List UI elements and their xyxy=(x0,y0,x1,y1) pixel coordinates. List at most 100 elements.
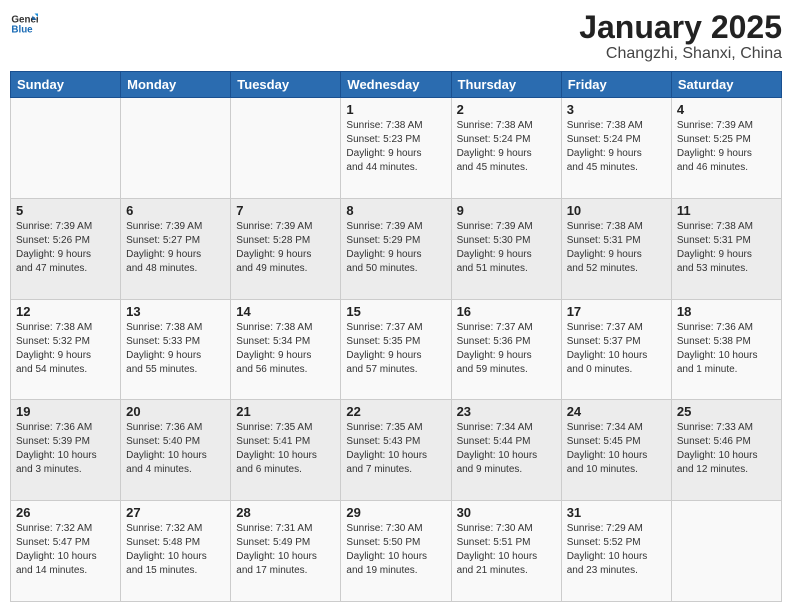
day-info: Sunrise: 7:38 AM Sunset: 5:24 PM Dayligh… xyxy=(457,119,556,175)
header-thursday: Thursday xyxy=(451,72,561,98)
day-number: 13 xyxy=(126,304,225,319)
day-info: Sunrise: 7:38 AM Sunset: 5:24 PM Dayligh… xyxy=(567,119,666,175)
calendar-cell: 13 Sunrise: 7:38 AM Sunset: 5:33 PM Dayli… xyxy=(121,299,231,400)
calendar-title: January 2025 xyxy=(579,10,782,45)
day-info: Sunrise: 7:39 AM Sunset: 5:30 PM Dayligh… xyxy=(457,220,556,276)
title-block: January 2025 Changzhi, Shanxi, China xyxy=(579,10,782,63)
day-number: 25 xyxy=(677,404,776,419)
day-info: Sunrise: 7:38 AM Sunset: 5:32 PM Dayligh… xyxy=(16,321,115,377)
day-number: 19 xyxy=(16,404,115,419)
day-info: Sunrise: 7:36 AM Sunset: 5:39 PM Dayligh… xyxy=(16,421,115,477)
calendar-week-row: 26 Sunrise: 7:32 AM Sunset: 5:47 PM Dayli… xyxy=(11,501,782,602)
day-info: Sunrise: 7:37 AM Sunset: 5:36 PM Dayligh… xyxy=(457,321,556,377)
day-info: Sunrise: 7:39 AM Sunset: 5:26 PM Dayligh… xyxy=(16,220,115,276)
day-info: Sunrise: 7:39 AM Sunset: 5:27 PM Dayligh… xyxy=(126,220,225,276)
calendar-cell: 20 Sunrise: 7:36 AM Sunset: 5:40 PM Dayli… xyxy=(121,400,231,501)
calendar-cell xyxy=(11,98,121,199)
calendar-cell: 6Sunrise: 7:39 AM Sunset: 5:27 PM Daylig… xyxy=(121,198,231,299)
calendar-cell: 4 Sunrise: 7:39 AM Sunset: 5:25 PM Daylig… xyxy=(671,98,781,199)
calendar-cell: 28Sunrise: 7:31 AM Sunset: 5:49 PM Dayli… xyxy=(231,501,341,602)
day-number: 21 xyxy=(236,404,335,419)
day-info: Sunrise: 7:38 AM Sunset: 5:31 PM Dayligh… xyxy=(567,220,666,276)
calendar-subtitle: Changzhi, Shanxi, China xyxy=(579,45,782,63)
day-info: Sunrise: 7:39 AM Sunset: 5:28 PM Dayligh… xyxy=(236,220,335,276)
calendar-cell: 27 Sunrise: 7:32 AM Sunset: 5:48 PM Dayli… xyxy=(121,501,231,602)
calendar-cell xyxy=(121,98,231,199)
calendar-cell: 29Sunrise: 7:30 AM Sunset: 5:50 PM Dayli… xyxy=(341,501,451,602)
day-number: 4 xyxy=(677,102,776,117)
calendar-cell: 3 Sunrise: 7:38 AM Sunset: 5:24 PM Daylig… xyxy=(561,98,671,199)
day-number: 9 xyxy=(457,203,556,218)
day-info: Sunrise: 7:37 AM Sunset: 5:37 PM Dayligh… xyxy=(567,321,666,377)
calendar-table: Sunday Monday Tuesday Wednesday Thursday… xyxy=(10,71,782,602)
day-info: Sunrise: 7:34 AM Sunset: 5:44 PM Dayligh… xyxy=(457,421,556,477)
logo-icon: General Blue xyxy=(10,10,38,38)
header-sunday: Sunday xyxy=(11,72,121,98)
calendar-cell: 30 Sunrise: 7:30 AM Sunset: 5:51 PM Dayli… xyxy=(451,501,561,602)
day-info: Sunrise: 7:32 AM Sunset: 5:48 PM Dayligh… xyxy=(126,522,225,578)
calendar-week-row: 19 Sunrise: 7:36 AM Sunset: 5:39 PM Dayli… xyxy=(11,400,782,501)
day-info: Sunrise: 7:33 AM Sunset: 5:46 PM Dayligh… xyxy=(677,421,776,477)
calendar-week-row: 1 Sunrise: 7:38 AM Sunset: 5:23 PM Daylig… xyxy=(11,98,782,199)
calendar-cell: 18Sunrise: 7:36 AM Sunset: 5:38 PM Dayli… xyxy=(671,299,781,400)
day-number: 23 xyxy=(457,404,556,419)
calendar-cell: 1 Sunrise: 7:38 AM Sunset: 5:23 PM Daylig… xyxy=(341,98,451,199)
day-info: Sunrise: 7:39 AM Sunset: 5:29 PM Dayligh… xyxy=(346,220,445,276)
day-number: 30 xyxy=(457,505,556,520)
calendar-cell: 12 Sunrise: 7:38 AM Sunset: 5:32 PM Dayli… xyxy=(11,299,121,400)
calendar-cell xyxy=(231,98,341,199)
day-number: 24 xyxy=(567,404,666,419)
day-number: 11 xyxy=(677,203,776,218)
calendar-cell: 19 Sunrise: 7:36 AM Sunset: 5:39 PM Dayli… xyxy=(11,400,121,501)
header-monday: Monday xyxy=(121,72,231,98)
calendar-cell: 31Sunrise: 7:29 AM Sunset: 5:52 PM Dayli… xyxy=(561,501,671,602)
day-info: Sunrise: 7:31 AM Sunset: 5:49 PM Dayligh… xyxy=(236,522,335,578)
day-info: Sunrise: 7:38 AM Sunset: 5:31 PM Dayligh… xyxy=(677,220,776,276)
svg-text:Blue: Blue xyxy=(11,24,33,35)
calendar-cell: 7Sunrise: 7:39 AM Sunset: 5:28 PM Daylig… xyxy=(231,198,341,299)
day-info: Sunrise: 7:38 AM Sunset: 5:23 PM Dayligh… xyxy=(346,119,445,175)
calendar-cell xyxy=(671,501,781,602)
calendar-cell: 5Sunrise: 7:39 AM Sunset: 5:26 PM Daylig… xyxy=(11,198,121,299)
calendar-cell: 10 Sunrise: 7:38 AM Sunset: 5:31 PM Dayli… xyxy=(561,198,671,299)
logo: General Blue xyxy=(10,10,38,38)
day-number: 20 xyxy=(126,404,225,419)
day-number: 15 xyxy=(346,304,445,319)
day-number: 31 xyxy=(567,505,666,520)
header-saturday: Saturday xyxy=(671,72,781,98)
day-number: 22 xyxy=(346,404,445,419)
day-number: 27 xyxy=(126,505,225,520)
header-tuesday: Tuesday xyxy=(231,72,341,98)
calendar-cell: 22Sunrise: 7:35 AM Sunset: 5:43 PM Dayli… xyxy=(341,400,451,501)
calendar-cell: 2Sunrise: 7:38 AM Sunset: 5:24 PM Daylig… xyxy=(451,98,561,199)
day-number: 14 xyxy=(236,304,335,319)
day-info: Sunrise: 7:34 AM Sunset: 5:45 PM Dayligh… xyxy=(567,421,666,477)
page: General Blue January 2025 Changzhi, Shan… xyxy=(0,0,792,612)
calendar-cell: 15Sunrise: 7:37 AM Sunset: 5:35 PM Dayli… xyxy=(341,299,451,400)
day-info: Sunrise: 7:30 AM Sunset: 5:51 PM Dayligh… xyxy=(457,522,556,578)
calendar-cell: 14 Sunrise: 7:38 AM Sunset: 5:34 PM Dayli… xyxy=(231,299,341,400)
calendar-cell: 16Sunrise: 7:37 AM Sunset: 5:36 PM Dayli… xyxy=(451,299,561,400)
calendar-cell: 26 Sunrise: 7:32 AM Sunset: 5:47 PM Dayli… xyxy=(11,501,121,602)
day-number: 10 xyxy=(567,203,666,218)
calendar-cell: 9 Sunrise: 7:39 AM Sunset: 5:30 PM Daylig… xyxy=(451,198,561,299)
day-number: 18 xyxy=(677,304,776,319)
calendar-cell: 11 Sunrise: 7:38 AM Sunset: 5:31 PM Dayli… xyxy=(671,198,781,299)
calendar-cell: 8Sunrise: 7:39 AM Sunset: 5:29 PM Daylig… xyxy=(341,198,451,299)
day-number: 12 xyxy=(16,304,115,319)
day-info: Sunrise: 7:36 AM Sunset: 5:40 PM Dayligh… xyxy=(126,421,225,477)
day-info: Sunrise: 7:32 AM Sunset: 5:47 PM Dayligh… xyxy=(16,522,115,578)
day-info: Sunrise: 7:30 AM Sunset: 5:50 PM Dayligh… xyxy=(346,522,445,578)
day-number: 26 xyxy=(16,505,115,520)
calendar-week-row: 12 Sunrise: 7:38 AM Sunset: 5:32 PM Dayli… xyxy=(11,299,782,400)
header-wednesday: Wednesday xyxy=(341,72,451,98)
day-number: 3 xyxy=(567,102,666,117)
calendar-cell: 21 Sunrise: 7:35 AM Sunset: 5:41 PM Dayli… xyxy=(231,400,341,501)
day-info: Sunrise: 7:39 AM Sunset: 5:25 PM Dayligh… xyxy=(677,119,776,175)
weekday-header-row: Sunday Monday Tuesday Wednesday Thursday… xyxy=(11,72,782,98)
day-info: Sunrise: 7:35 AM Sunset: 5:41 PM Dayligh… xyxy=(236,421,335,477)
header-friday: Friday xyxy=(561,72,671,98)
day-info: Sunrise: 7:38 AM Sunset: 5:34 PM Dayligh… xyxy=(236,321,335,377)
day-number: 1 xyxy=(346,102,445,117)
day-info: Sunrise: 7:38 AM Sunset: 5:33 PM Dayligh… xyxy=(126,321,225,377)
